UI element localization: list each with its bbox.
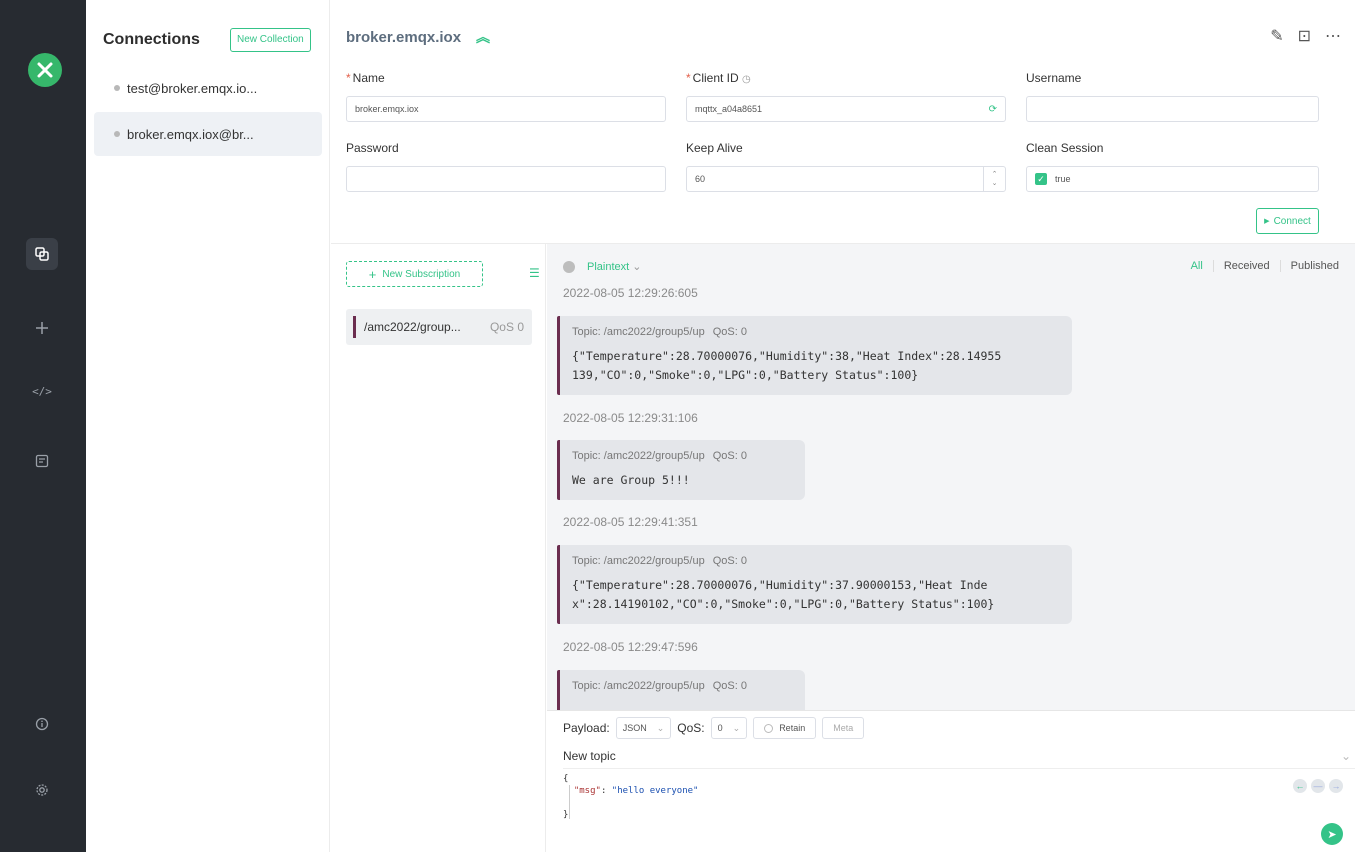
- meta-button[interactable]: Meta: [822, 717, 865, 739]
- message-bubble[interactable]: Topic: /amc2022/group5/up QoS: 0 {"Temper…: [557, 545, 1072, 624]
- stepper-icon[interactable]: ⌃ ⌄: [983, 167, 1005, 191]
- password-field[interactable]: [346, 166, 666, 192]
- app-window: </> Connections New Collection test@brok…: [0, 0, 1355, 852]
- message-bubble[interactable]: Topic: /amc2022/group5/up QoS: 0: [557, 670, 805, 710]
- connection-status-dot: [563, 261, 575, 273]
- publish-panel: Payload: JSON ⌄ QoS: 0 ⌄ Retain Meta New t…: [547, 710, 1355, 852]
- publish-options: Payload: JSON ⌄ QoS: 0 ⌄ Retain Meta: [563, 717, 865, 739]
- mqttx-logo[interactable]: [28, 53, 62, 87]
- topic-input[interactable]: New topic ⌄: [563, 749, 1355, 769]
- send-button[interactable]: ➤: [1321, 823, 1343, 845]
- qos-select[interactable]: 0 ⌄: [710, 717, 748, 739]
- subscriptions-panel: + New Subscription ☰ /amc2022/group... Q…: [331, 244, 546, 852]
- history-back-icon[interactable]: ←: [1293, 779, 1307, 793]
- new-connection-icon[interactable]: [26, 312, 58, 344]
- message-toolbar: Plaintext ⌄ All Received Published: [547, 244, 1355, 284]
- payload-format-select[interactable]: JSON ⌄: [615, 717, 672, 739]
- history-controls: ← — →: [1293, 779, 1343, 793]
- info-icon[interactable]: [26, 708, 58, 740]
- connection-label: test@broker.emqx.io...: [127, 80, 258, 96]
- status-dot: [114, 85, 120, 91]
- username-field[interactable]: [1026, 96, 1319, 122]
- topic-placeholder: New topic: [563, 749, 616, 763]
- message-bubble[interactable]: Topic: /amc2022/group5/up QoS: 0 {"Temper…: [557, 316, 1072, 395]
- payload-editor[interactable]: { "msg": "hello everyone" }: [563, 773, 698, 821]
- message-bubble[interactable]: Topic: /amc2022/group5/up QoS: 0 We are G…: [557, 440, 805, 500]
- message-topic: Topic: /amc2022/group5/up QoS: 0: [572, 555, 747, 567]
- new-collection-button[interactable]: New Collection: [230, 28, 311, 52]
- new-window-icon[interactable]: ⊡: [1298, 26, 1311, 46]
- clean-session-field[interactable]: ✓ true: [1026, 166, 1319, 192]
- log-icon[interactable]: [26, 445, 58, 477]
- clean-session-value: true: [1055, 174, 1071, 184]
- checkbox-checked-icon[interactable]: ✓: [1035, 173, 1047, 185]
- header-actions: ✎ ⊡ ⋯: [1270, 26, 1341, 46]
- client-id-value: mqttx_a04a8651: [695, 104, 763, 114]
- subscription-topic: /amc2022/group...: [364, 320, 461, 334]
- connection-label: broker.emqx.iox@br...: [127, 126, 254, 142]
- message-timestamp: 2022-08-05 12:29:47:596: [563, 640, 698, 654]
- play-icon: ▶: [1264, 218, 1270, 225]
- more-icon[interactable]: ⋯: [1325, 26, 1341, 46]
- connect-label: Connect: [1273, 215, 1311, 227]
- plus-icon: +: [368, 266, 377, 282]
- connection-title: broker.emqx.iox: [346, 29, 462, 46]
- client-id-field[interactable]: mqttx_a04a8651 ⟳: [686, 96, 1006, 122]
- status-dot: [114, 131, 120, 137]
- filter-received[interactable]: Received: [1212, 260, 1280, 272]
- double-chevron-up-icon[interactable]: ︽: [476, 27, 490, 47]
- new-subscription-button[interactable]: + New Subscription: [346, 261, 483, 287]
- keep-alive-field[interactable]: 60 ⌃ ⌄: [686, 166, 1006, 192]
- subscription-item[interactable]: /amc2022/group... QoS 0: [346, 309, 532, 345]
- subscription-qos: QoS 0: [489, 320, 524, 334]
- message-topic: Topic: /amc2022/group5/up QoS: 0: [572, 680, 747, 692]
- name-field[interactable]: broker.emqx.iox: [346, 96, 666, 122]
- main-area: broker.emqx.iox ︽ ✎ ⊡ ⋯ * Name broker.emq…: [331, 0, 1355, 852]
- connection-item-selected[interactable]: broker.emqx.iox@br...: [94, 112, 322, 156]
- history-forward-icon[interactable]: →: [1329, 779, 1343, 793]
- settings-icon[interactable]: [26, 774, 58, 806]
- password-label: Password: [346, 141, 399, 155]
- topic-color-bar: [353, 316, 356, 338]
- message-timestamp: 2022-08-05 12:29:31:106: [563, 411, 698, 425]
- qos-label: QoS:: [677, 721, 705, 735]
- message-topic: Topic: /amc2022/group5/up QoS: 0: [572, 450, 747, 462]
- client-id-label: * Client ID ◷: [686, 71, 751, 85]
- username-label: Username: [1026, 71, 1082, 85]
- filter-published[interactable]: Published: [1279, 260, 1349, 272]
- chevron-down-icon[interactable]: ⌄: [1341, 749, 1351, 763]
- connections-title: Connections: [103, 31, 200, 48]
- connect-button[interactable]: ▶ Connect: [1256, 208, 1319, 234]
- connections-icon[interactable]: [26, 238, 58, 270]
- message-payload: {"Temperature":28.70000076,"Humidity":37…: [572, 578, 995, 611]
- logo-mark-icon: [37, 62, 53, 78]
- collapse-list-icon[interactable]: ☰: [529, 266, 540, 280]
- refresh-icon[interactable]: ⟳: [989, 104, 997, 115]
- script-icon[interactable]: </>: [26, 375, 58, 407]
- keep-alive-label: Keep Alive: [686, 141, 743, 155]
- history-clear-icon[interactable]: —: [1311, 779, 1325, 793]
- left-rail: </>: [0, 0, 86, 852]
- new-subscription-label: New Subscription: [382, 268, 461, 280]
- send-icon: ➤: [1327, 828, 1337, 841]
- name-label: * Name: [346, 71, 385, 85]
- message-list[interactable]: 2022-08-05 12:29:26:605 Topic: /amc2022/…: [547, 244, 1355, 710]
- retain-toggle[interactable]: Retain: [753, 717, 817, 739]
- edit-icon[interactable]: ✎: [1270, 26, 1283, 46]
- format-select[interactable]: Plaintext ⌄: [587, 260, 641, 273]
- message-timestamp: 2022-08-05 12:29:41:351: [563, 515, 698, 529]
- connections-panel: Connections New Collection test@broker.e…: [86, 0, 330, 852]
- filter-all[interactable]: All: [1181, 260, 1213, 272]
- message-payload: We are Group 5!!!: [572, 473, 690, 487]
- payload-label: Payload:: [563, 721, 610, 735]
- clean-session-label: Clean Session: [1026, 141, 1104, 155]
- message-filter: All Received Published: [1181, 260, 1349, 272]
- message-timestamp: 2022-08-05 12:29:26:605: [563, 286, 698, 300]
- message-topic: Topic: /amc2022/group5/up QoS: 0: [572, 326, 747, 338]
- message-payload: {"Temperature":28.70000076,"Humidity":38…: [572, 349, 1002, 382]
- keep-alive-value: 60: [695, 174, 706, 184]
- connection-item[interactable]: test@broker.emqx.io...: [94, 66, 322, 110]
